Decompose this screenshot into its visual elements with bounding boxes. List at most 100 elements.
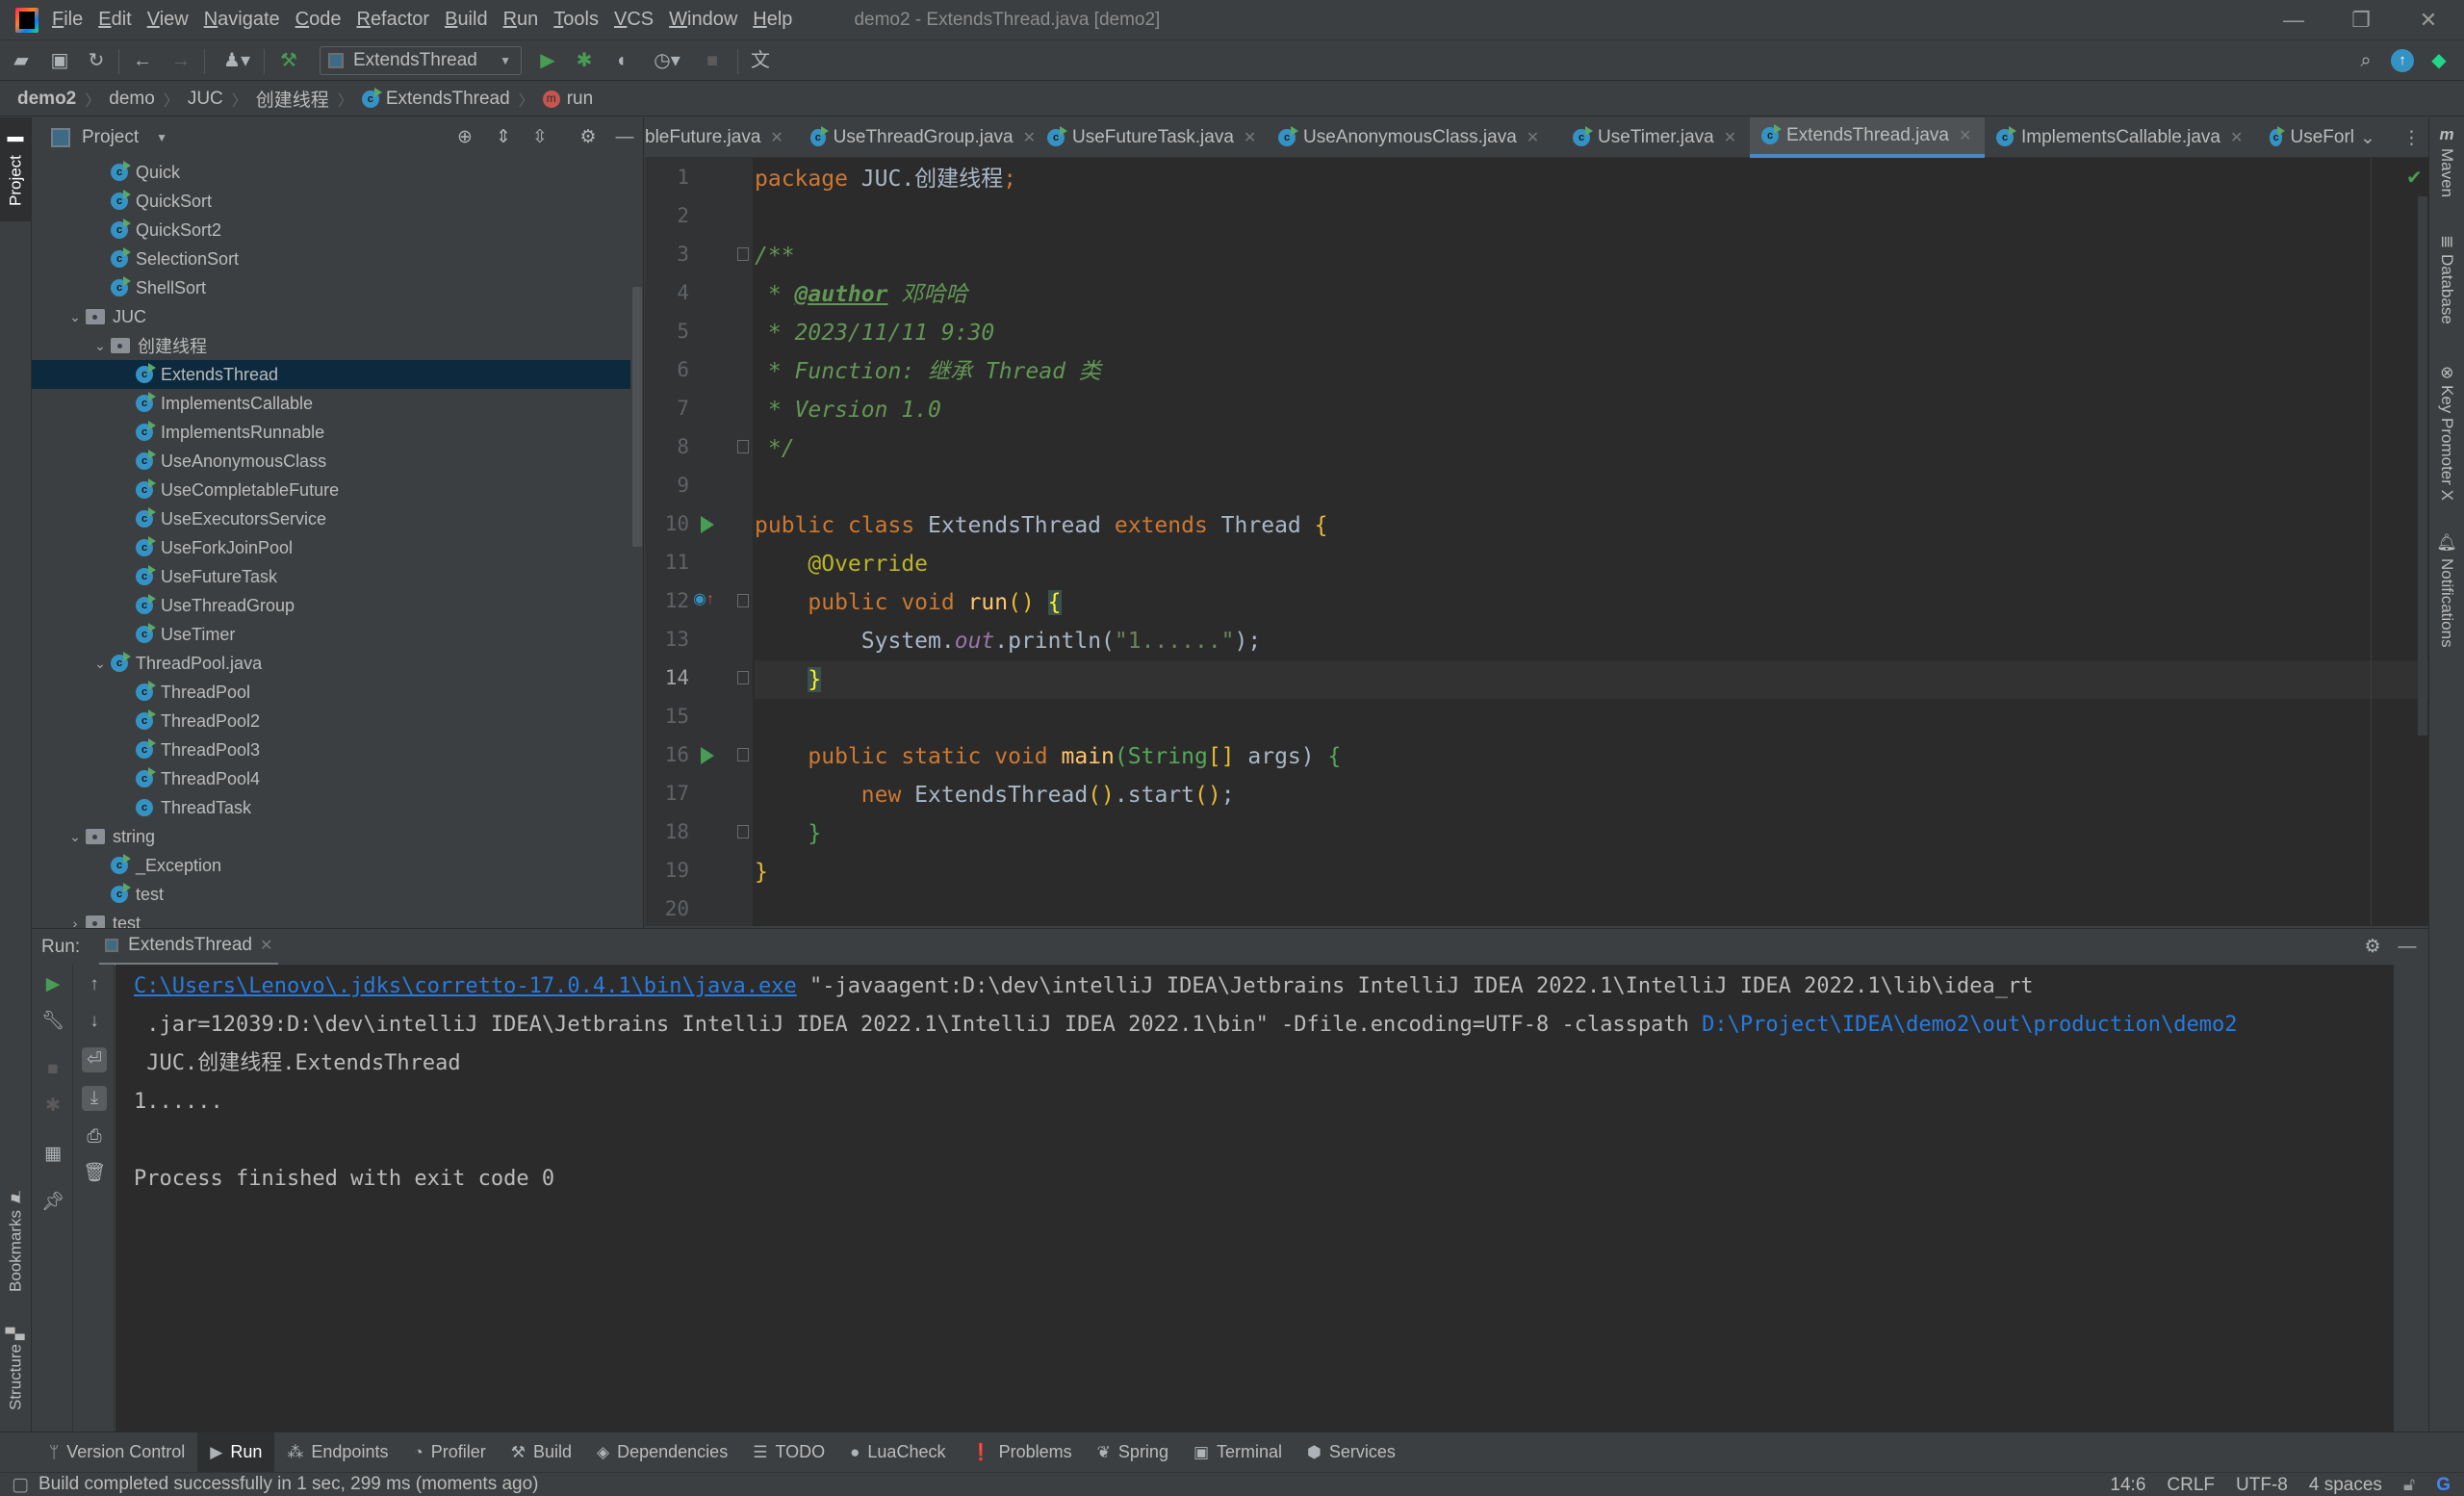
tool-window-build[interactable]: ⚒ Build: [499, 1432, 584, 1473]
plugin-icon[interactable]: ◆: [2427, 49, 2451, 72]
project-view-select[interactable]: Project: [82, 127, 139, 148]
menu-vcs[interactable]: VCS: [614, 9, 654, 31]
tree-item[interactable]: c ThreadPool2: [32, 707, 630, 735]
menu-tools[interactable]: Tools: [553, 9, 599, 31]
close-icon[interactable]: ✕: [1023, 128, 1036, 147]
restore-button[interactable]: ❐: [2347, 6, 2375, 35]
editor-tab[interactable]: c UseForl: [2258, 117, 2354, 158]
coverage-icon[interactable]: ◖: [609, 49, 632, 72]
trash-icon[interactable]: 🗑︎: [82, 1161, 107, 1186]
sync-icon[interactable]: ↻: [85, 49, 108, 72]
fold-marker-icon[interactable]: [737, 825, 749, 838]
line-ending[interactable]: CRLF: [2167, 1475, 2215, 1496]
tool-window-endpoints[interactable]: ⁂ Endpoints: [274, 1432, 400, 1473]
key-promoter-tool-tab[interactable]: ⊗ Key Promoter X: [2429, 366, 2464, 520]
tool-window-profiler[interactable]: ◔ Profiler: [400, 1432, 498, 1473]
tool-window-spring[interactable]: ❦ Spring: [1085, 1432, 1181, 1473]
editor-tab[interactable]: c UseThreadGroup.java ✕: [799, 117, 1036, 158]
soft-wrap-icon[interactable]: ⏎: [82, 1047, 107, 1072]
tree-item[interactable]: c UseFutureTask: [32, 562, 630, 591]
forward-icon[interactable]: →: [169, 49, 192, 72]
tab-list-chevron-icon[interactable]: ⌄: [2360, 117, 2375, 158]
expand-all-icon[interactable]: ⇕: [492, 126, 515, 149]
profile-icon[interactable]: ◷▾: [646, 49, 688, 72]
debug-icon[interactable]: ✱: [573, 49, 596, 72]
checkmark-icon[interactable]: ✔: [2406, 166, 2423, 190]
locate-icon[interactable]: ⊕: [453, 126, 476, 149]
run-gutter-icon[interactable]: [701, 747, 714, 764]
close-icon[interactable]: ✕: [1724, 128, 1736, 147]
editor-tab[interactable]: c UseTimer.java ✕: [1561, 117, 1750, 158]
gear-icon[interactable]: ⚙: [577, 126, 600, 149]
bookmarks-tool-tab[interactable]: Bookmarks ⚑: [0, 1176, 32, 1302]
scroll-to-end-icon[interactable]: ⤓: [82, 1086, 107, 1111]
override-gutter-icon[interactable]: ◉↑: [693, 589, 714, 608]
menu-edit[interactable]: Edit: [98, 9, 131, 31]
back-icon[interactable]: ←: [131, 49, 154, 72]
menu-run[interactable]: Run: [503, 9, 539, 31]
tree-item[interactable]: c ThreadPool: [32, 678, 630, 707]
fold-marker-icon[interactable]: [737, 594, 749, 607]
search-icon[interactable]: ⌕: [2354, 49, 2377, 72]
google-icon[interactable]: G: [2436, 1475, 2451, 1496]
project-tool-tab[interactable]: Project ▬: [0, 117, 32, 221]
java-exe-link[interactable]: C:\Users\Lenovo\.jdks\corretto-17.0.4.1\…: [134, 974, 797, 998]
database-tool-tab[interactable]: ≣ Database: [2429, 235, 2464, 360]
run-icon[interactable]: ▶: [536, 49, 559, 72]
tool-window-problems[interactable]: ❗ Problems: [958, 1432, 1084, 1473]
tool-window-todo[interactable]: ☰ TODO: [740, 1432, 837, 1473]
console-output[interactable]: C:\Users\Lenovo\.jdks\corretto-17.0.4.1\…: [116, 965, 2428, 1432]
chevron-down-icon[interactable]: ⌄: [90, 656, 111, 672]
run-tab[interactable]: ExtendsThread ✕: [99, 929, 279, 966]
status-message[interactable]: Build completed successfully in 1 sec, 2…: [38, 1474, 539, 1495]
file-encoding[interactable]: UTF-8: [2236, 1475, 2288, 1496]
tree-item[interactable]: c UseAnonymousClass: [32, 447, 630, 476]
stop-icon[interactable]: ■: [40, 1057, 65, 1082]
menu-refactor[interactable]: Refactor: [356, 9, 429, 31]
tree-item[interactable]: ⌄ 创建线程: [32, 331, 630, 360]
close-icon[interactable]: ✕: [1959, 126, 1971, 145]
tree-item[interactable]: c Quick: [32, 158, 630, 187]
tree-item[interactable]: c ThreadPool4: [32, 764, 630, 793]
breadcrumb-item[interactable]: ExtendsThread: [386, 89, 510, 110]
tree-item[interactable]: c ThreadPool3: [32, 735, 630, 764]
arrow-down-icon[interactable]: ↓: [82, 1009, 107, 1034]
menu-navigate[interactable]: Navigate: [204, 9, 280, 31]
close-icon[interactable]: ✕: [2230, 128, 2243, 147]
tool-window-dependencies[interactable]: ◈ Dependencies: [584, 1432, 740, 1473]
structure-tool-tab[interactable]: Structure ▞: [0, 1321, 32, 1417]
close-icon[interactable]: ✕: [260, 936, 272, 955]
arrow-up-icon[interactable]: ↑: [82, 972, 107, 997]
maven-tool-tab[interactable]: m Maven: [2429, 125, 2464, 221]
tree-item[interactable]: c ImplementsCallable: [32, 389, 630, 418]
status-toggle-icon[interactable]: ▢: [12, 1474, 29, 1496]
update-icon[interactable]: ↑: [2391, 49, 2414, 72]
chevron-down-icon[interactable]: ⌄: [64, 309, 86, 325]
tree-item[interactable]: c UseTimer: [32, 620, 630, 649]
run-configuration-select[interactable]: ExtendsThread ▼: [320, 46, 522, 75]
editor-tab[interactable]: c UseFutureTask.java ✕: [1036, 117, 1267, 158]
fold-marker-icon[interactable]: [737, 247, 749, 261]
fold-marker-icon[interactable]: [737, 671, 749, 684]
menu-window[interactable]: Window: [669, 9, 737, 31]
chevron-down-icon[interactable]: ▼: [156, 131, 167, 144]
wrench-icon[interactable]: 🔧︎: [40, 1009, 65, 1034]
menu-view[interactable]: View: [147, 9, 189, 31]
translate-icon[interactable]: 文: [749, 49, 772, 72]
minimize-button[interactable]: —: [2279, 6, 2308, 35]
chevron-down-icon[interactable]: ⌄: [90, 338, 111, 354]
tree-item[interactable]: c ShellSort: [32, 273, 630, 302]
editor-tab-active[interactable]: c ExtendsThread.java ✕: [1750, 117, 1985, 158]
tree-item[interactable]: c _Exception: [32, 851, 630, 880]
menu-help[interactable]: Help: [753, 9, 792, 31]
close-button[interactable]: ✕: [2414, 6, 2443, 35]
tree-item[interactable]: c test: [32, 880, 630, 909]
tree-item[interactable]: ⌄ string: [32, 822, 630, 851]
tree-item[interactable]: c QuickSort2: [32, 216, 630, 245]
breadcrumb-item[interactable]: run: [567, 89, 593, 110]
tree-item[interactable]: ⌄ c ThreadPool.java: [32, 649, 630, 678]
tree-scrollbar[interactable]: [632, 287, 642, 547]
collapse-all-icon[interactable]: ⇳: [528, 126, 552, 149]
tree-item[interactable]: ⌄ JUC: [32, 302, 630, 331]
breadcrumb-item[interactable]: demo: [109, 89, 155, 110]
